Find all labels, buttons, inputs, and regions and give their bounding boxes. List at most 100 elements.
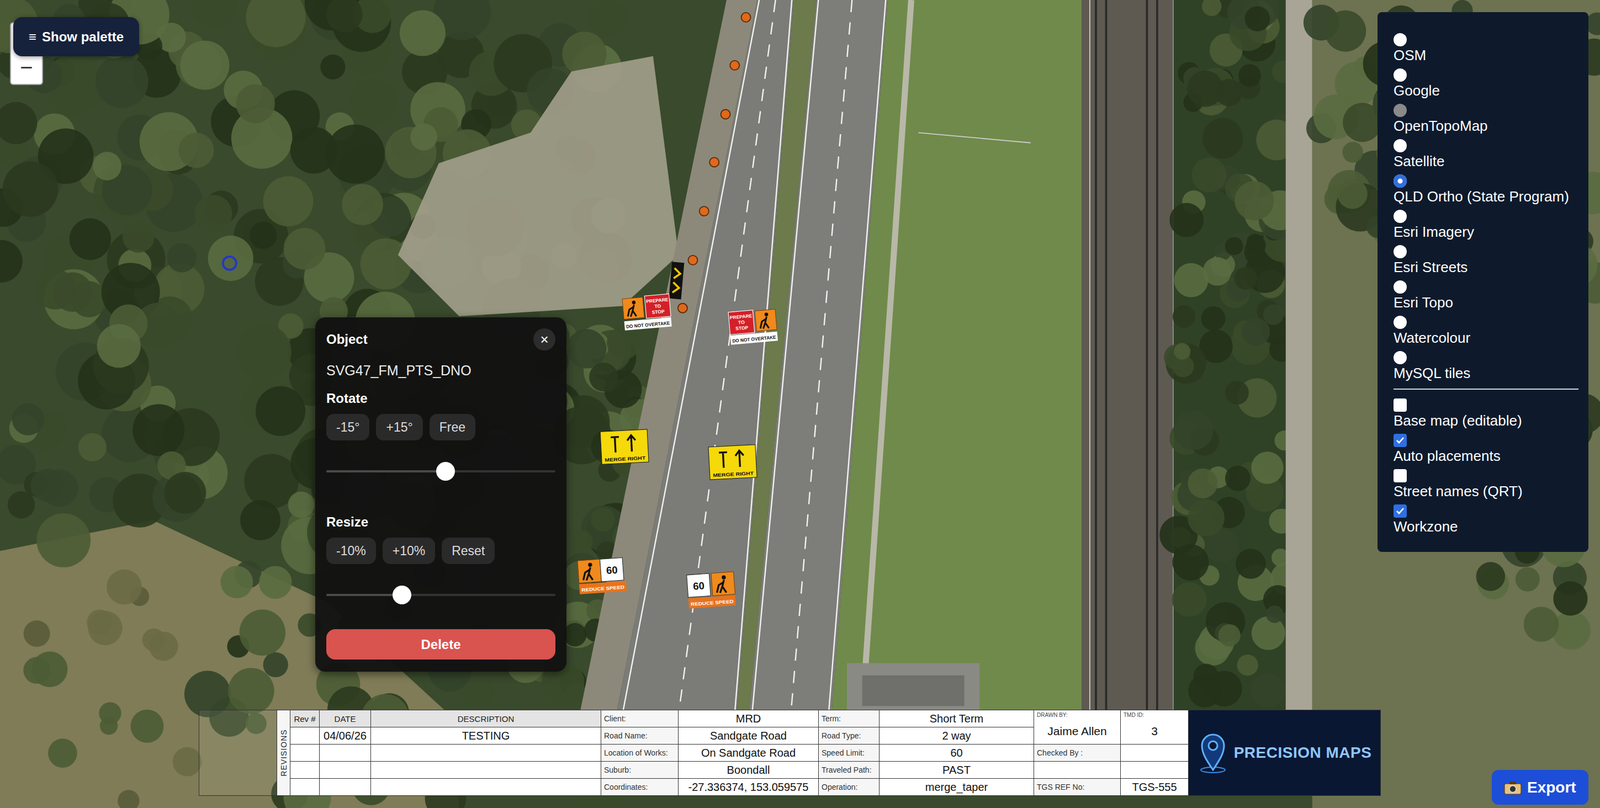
show-palette-button[interactable]: ≡Show palette <box>13 17 140 57</box>
grass-verge <box>831 0 1082 715</box>
checkbox[interactable] <box>1393 469 1407 483</box>
base-layer-option[interactable]: Esri Imagery <box>1393 209 1579 241</box>
layer-label: OSM <box>1393 46 1427 65</box>
resize-button[interactable]: -10% <box>326 537 376 565</box>
traffic-cone-icon[interactable] <box>741 12 751 23</box>
value-text: TGS-555 <box>1131 781 1177 794</box>
layer-label: QLD Ortho (State Program) <box>1393 187 1570 206</box>
value-text: On Sandgate Road <box>701 746 796 760</box>
base-layer-option[interactable]: OpenTopoMap <box>1393 103 1579 135</box>
traffic-cone-icon[interactable] <box>687 255 698 266</box>
base-layer-option[interactable]: Watercolour <box>1393 315 1579 347</box>
radio-button[interactable] <box>1393 209 1407 224</box>
work-sign[interactable]: PREPARETOSTOPDO NOT OVERTAKE <box>622 293 672 331</box>
field-value: MRD <box>678 710 819 728</box>
radio-button[interactable] <box>1393 245 1407 259</box>
worker-icon <box>622 297 645 320</box>
export-button[interactable]: Export <box>1491 770 1589 805</box>
rotate-button[interactable]: +15° <box>375 414 423 441</box>
check-icon <box>1395 435 1406 446</box>
sign-text: MERGE RIGHT <box>712 470 755 479</box>
traffic-cone-icon[interactable] <box>709 157 719 167</box>
layer-label: Auto placements <box>1393 447 1501 465</box>
lane-marking <box>828 0 887 715</box>
value-text: Boondall <box>727 764 771 777</box>
base-layer-option[interactable]: Google <box>1393 68 1579 100</box>
revision-cell <box>319 779 372 797</box>
work-sign[interactable]: MERGE RIGHT <box>600 429 649 465</box>
resize-button[interactable]: +10% <box>382 537 436 565</box>
sign-text: 60 <box>605 564 618 577</box>
revision-cell <box>290 779 320 797</box>
rotate-slider[interactable] <box>326 460 556 483</box>
map[interactable]: PREPARETOSTOPDO NOT OVERTAKE PREPARETOSTO… <box>0 0 1600 808</box>
radio-dot <box>1393 315 1407 330</box>
checkbox[interactable] <box>1393 504 1407 518</box>
overlay-option[interactable]: Base map (editable) <box>1393 398 1579 430</box>
field-label: Location of Works: <box>601 744 679 762</box>
checkbox[interactable] <box>1393 433 1407 448</box>
button-label: Show palette <box>41 29 124 45</box>
work-sign[interactable]: 60REDUCE SPEED <box>686 571 736 609</box>
label-text: Speed Limit: <box>821 748 865 758</box>
lane-end-icon <box>610 437 620 453</box>
radio-dot <box>1393 103 1407 118</box>
cell-text: TESTING <box>462 729 511 743</box>
overlay-option[interactable]: Street names (QRT) <box>1393 469 1579 501</box>
slider-fill <box>326 594 402 597</box>
base-layer-option[interactable]: Esri Topo <box>1393 280 1579 312</box>
value-text: Short Term <box>929 712 984 726</box>
work-sign[interactable]: PREPARETOSTOPDO NOT OVERTAKE <box>728 308 778 345</box>
resize-slider[interactable] <box>326 584 556 607</box>
radio-button[interactable] <box>1393 68 1407 82</box>
revision-cell <box>371 779 602 797</box>
arrow-up-icon <box>627 435 637 452</box>
field-value: 60 <box>879 744 1035 762</box>
traffic-cone-icon[interactable] <box>677 303 688 314</box>
slider-knob[interactable] <box>436 462 455 481</box>
sign-text: DO NOT OVERTAKE <box>626 320 671 330</box>
field-label: Coordinates: <box>601 779 679 797</box>
radio-button[interactable] <box>1393 103 1407 118</box>
radio-dot <box>1393 351 1407 365</box>
building <box>846 663 980 715</box>
work-sign[interactable]: 60REDUCE SPEED <box>577 557 627 595</box>
radio-button[interactable] <box>1393 280 1407 294</box>
radio-button[interactable] <box>1393 315 1407 330</box>
overlay-option[interactable]: Auto placements <box>1393 433 1579 465</box>
base-layer-option[interactable]: QLD Ortho (State Program) <box>1393 174 1579 206</box>
radio-button[interactable] <box>1393 33 1407 47</box>
rotate-button[interactable]: Free <box>429 414 476 441</box>
selection-handle[interactable] <box>223 256 237 270</box>
base-layer-option[interactable]: MySQL tiles <box>1393 351 1579 383</box>
separator <box>1393 388 1579 390</box>
checkbox[interactable] <box>1393 398 1407 412</box>
field-label: Speed Limit: <box>818 744 880 762</box>
sign-board <box>600 429 649 465</box>
label-text: TGS REF No: <box>1036 782 1085 792</box>
base-layer-option[interactable]: Satellite <box>1393 139 1579 171</box>
base-layer-option[interactable]: Esri Streets <box>1393 245 1579 277</box>
value-text: merge_taper <box>925 781 988 794</box>
rotate-button[interactable]: -15° <box>326 414 370 441</box>
radio-button[interactable] <box>1393 351 1407 365</box>
object-name: SVG47_FM_PTS_DNO <box>326 362 556 379</box>
traffic-cone-icon[interactable] <box>699 206 709 216</box>
slider-knob[interactable] <box>392 585 412 605</box>
radio-button[interactable] <box>1393 139 1407 153</box>
overlay-option[interactable]: Workzone <box>1393 504 1579 536</box>
work-sign[interactable]: MERGE RIGHT <box>708 444 757 481</box>
close-button[interactable]: × <box>533 328 556 351</box>
chevron-board-icon[interactable] <box>668 261 685 300</box>
delete-button[interactable]: Delete <box>326 629 556 660</box>
value-text: 2 way <box>941 729 971 743</box>
traffic-cone-icon[interactable] <box>721 109 731 120</box>
field <box>1312 0 1600 808</box>
footpath <box>1285 0 1313 715</box>
radio-button[interactable] <box>1393 174 1407 188</box>
layer-label: Workzone <box>1393 517 1459 536</box>
base-layer-option[interactable]: OSM <box>1393 33 1579 65</box>
traffic-cone-icon[interactable] <box>729 60 740 71</box>
resize-button[interactable]: Reset <box>441 537 495 565</box>
sign-text: TO <box>738 319 746 326</box>
